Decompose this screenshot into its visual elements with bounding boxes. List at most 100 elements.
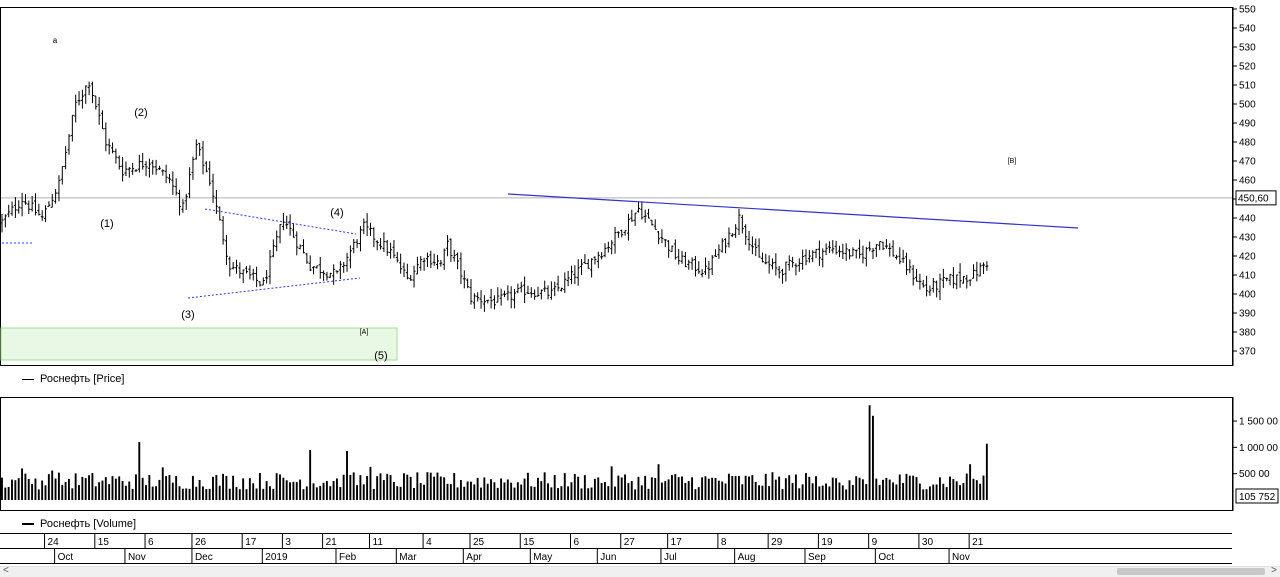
volume-bar	[717, 480, 720, 500]
volume-bar	[248, 478, 251, 500]
price-tick-label: 520	[1239, 62, 1256, 73]
volume-bar	[969, 464, 972, 500]
price-panel[interactable]: a (1) (2) (3) (4) (5) [A] [B]	[0, 7, 1233, 366]
volume-bar	[751, 475, 754, 500]
volume-bar	[885, 477, 888, 500]
volume-bar	[895, 484, 898, 500]
wave-label-B: [B]	[1008, 158, 1017, 165]
volume-bar	[922, 489, 925, 500]
volume-bar	[386, 473, 389, 500]
volume-tick-label: 500 00	[1239, 469, 1270, 480]
volume-bar	[242, 478, 245, 500]
price-tick-label: 540	[1239, 24, 1256, 35]
volume-bar	[305, 486, 308, 500]
volume-bar	[982, 475, 985, 500]
price-tick-label: 420	[1239, 252, 1256, 263]
volume-bar	[466, 481, 469, 500]
volume-bar	[265, 481, 268, 500]
volume-bar	[654, 477, 657, 500]
volume-bar	[540, 481, 543, 500]
volume-bar	[727, 473, 730, 500]
volume-bar	[503, 482, 506, 500]
price-legend[interactable]: Роснефть [Price]	[22, 373, 124, 385]
volume-bar	[238, 489, 241, 500]
volume-bar	[151, 486, 154, 500]
scroll-left-arrow-icon[interactable]: <	[3, 565, 9, 576]
volume-bar	[701, 477, 704, 500]
volume-bar	[754, 481, 757, 500]
volume-bar	[691, 477, 693, 500]
volume-bar	[215, 475, 218, 500]
volume-panel[interactable]	[0, 397, 1233, 511]
volume-legend[interactable]: Роснефть [Volume]	[22, 518, 136, 530]
wave-label-1: (1)	[100, 218, 113, 230]
volume-bar	[356, 485, 358, 500]
volume-bar	[205, 489, 208, 500]
volume-bar	[168, 475, 171, 500]
volume-bar	[828, 486, 831, 500]
volume-bar	[888, 479, 891, 500]
day-label: 17	[671, 537, 683, 548]
volume-bar	[94, 486, 97, 500]
volume-bar	[135, 474, 137, 500]
volume-bar	[557, 488, 559, 500]
volume-bar	[366, 475, 369, 500]
volume-bar	[21, 468, 23, 500]
volume-bar	[191, 475, 194, 500]
scroll-right-arrow-icon[interactable]: >	[1271, 565, 1277, 576]
volume-bar	[185, 488, 188, 500]
month-label: May	[533, 552, 552, 563]
volume-bar	[47, 474, 50, 500]
volume-bar	[369, 466, 372, 500]
volume-bar	[610, 466, 613, 500]
day-label: 8	[721, 537, 727, 548]
volume-bar	[272, 488, 275, 500]
volume-bar	[218, 485, 221, 500]
price-tick-label: 380	[1239, 328, 1256, 339]
volume-bar	[74, 473, 77, 500]
volume-bar	[972, 478, 975, 500]
volume-bar	[704, 476, 707, 500]
horizontal-scrollbar[interactable]: < >	[0, 565, 1280, 577]
volume-bar	[269, 486, 271, 500]
price-tick-label: 440	[1239, 214, 1256, 225]
volume-bar	[262, 488, 265, 500]
volume-bar	[902, 482, 905, 500]
volume-bar	[476, 477, 479, 500]
volume-bar	[332, 481, 335, 500]
volume-bar	[396, 486, 399, 500]
volume-bar	[600, 482, 603, 500]
price-tick-label: 370	[1239, 347, 1256, 358]
day-label: 26	[195, 537, 207, 548]
scrollbar-thumb[interactable]	[1117, 568, 1265, 575]
volume-bar	[892, 482, 894, 500]
volume-bar	[171, 482, 174, 500]
volume-bar	[493, 482, 496, 500]
volume-bar	[346, 451, 348, 500]
volume-bar	[758, 485, 760, 500]
volume-bar	[336, 478, 338, 500]
volume-bar	[821, 485, 824, 500]
volume-bar	[473, 484, 476, 500]
volume-bar	[439, 476, 442, 500]
volume-tick-label: 1 000 00	[1239, 443, 1278, 454]
month-label: Aug	[738, 552, 756, 563]
volume-bar	[372, 488, 375, 500]
volume-bar	[707, 478, 710, 500]
volume-bar	[118, 476, 121, 500]
volume-bar	[165, 476, 168, 500]
volume-bar	[905, 473, 908, 500]
volume-bar	[403, 473, 405, 500]
volume-bar	[872, 415, 874, 500]
month-label: 2019	[265, 552, 288, 563]
volume-bar	[506, 479, 509, 500]
volume-bar	[376, 476, 379, 500]
volume-bar	[329, 486, 332, 500]
price-tick-label: 510	[1239, 81, 1256, 92]
volume-bar	[620, 477, 623, 500]
volume-bar	[985, 443, 988, 500]
volume-bar	[597, 477, 600, 500]
volume-legend-label: Роснефть [Volume]	[40, 518, 137, 530]
volume-bar	[433, 476, 436, 500]
volume-bar	[71, 488, 74, 500]
